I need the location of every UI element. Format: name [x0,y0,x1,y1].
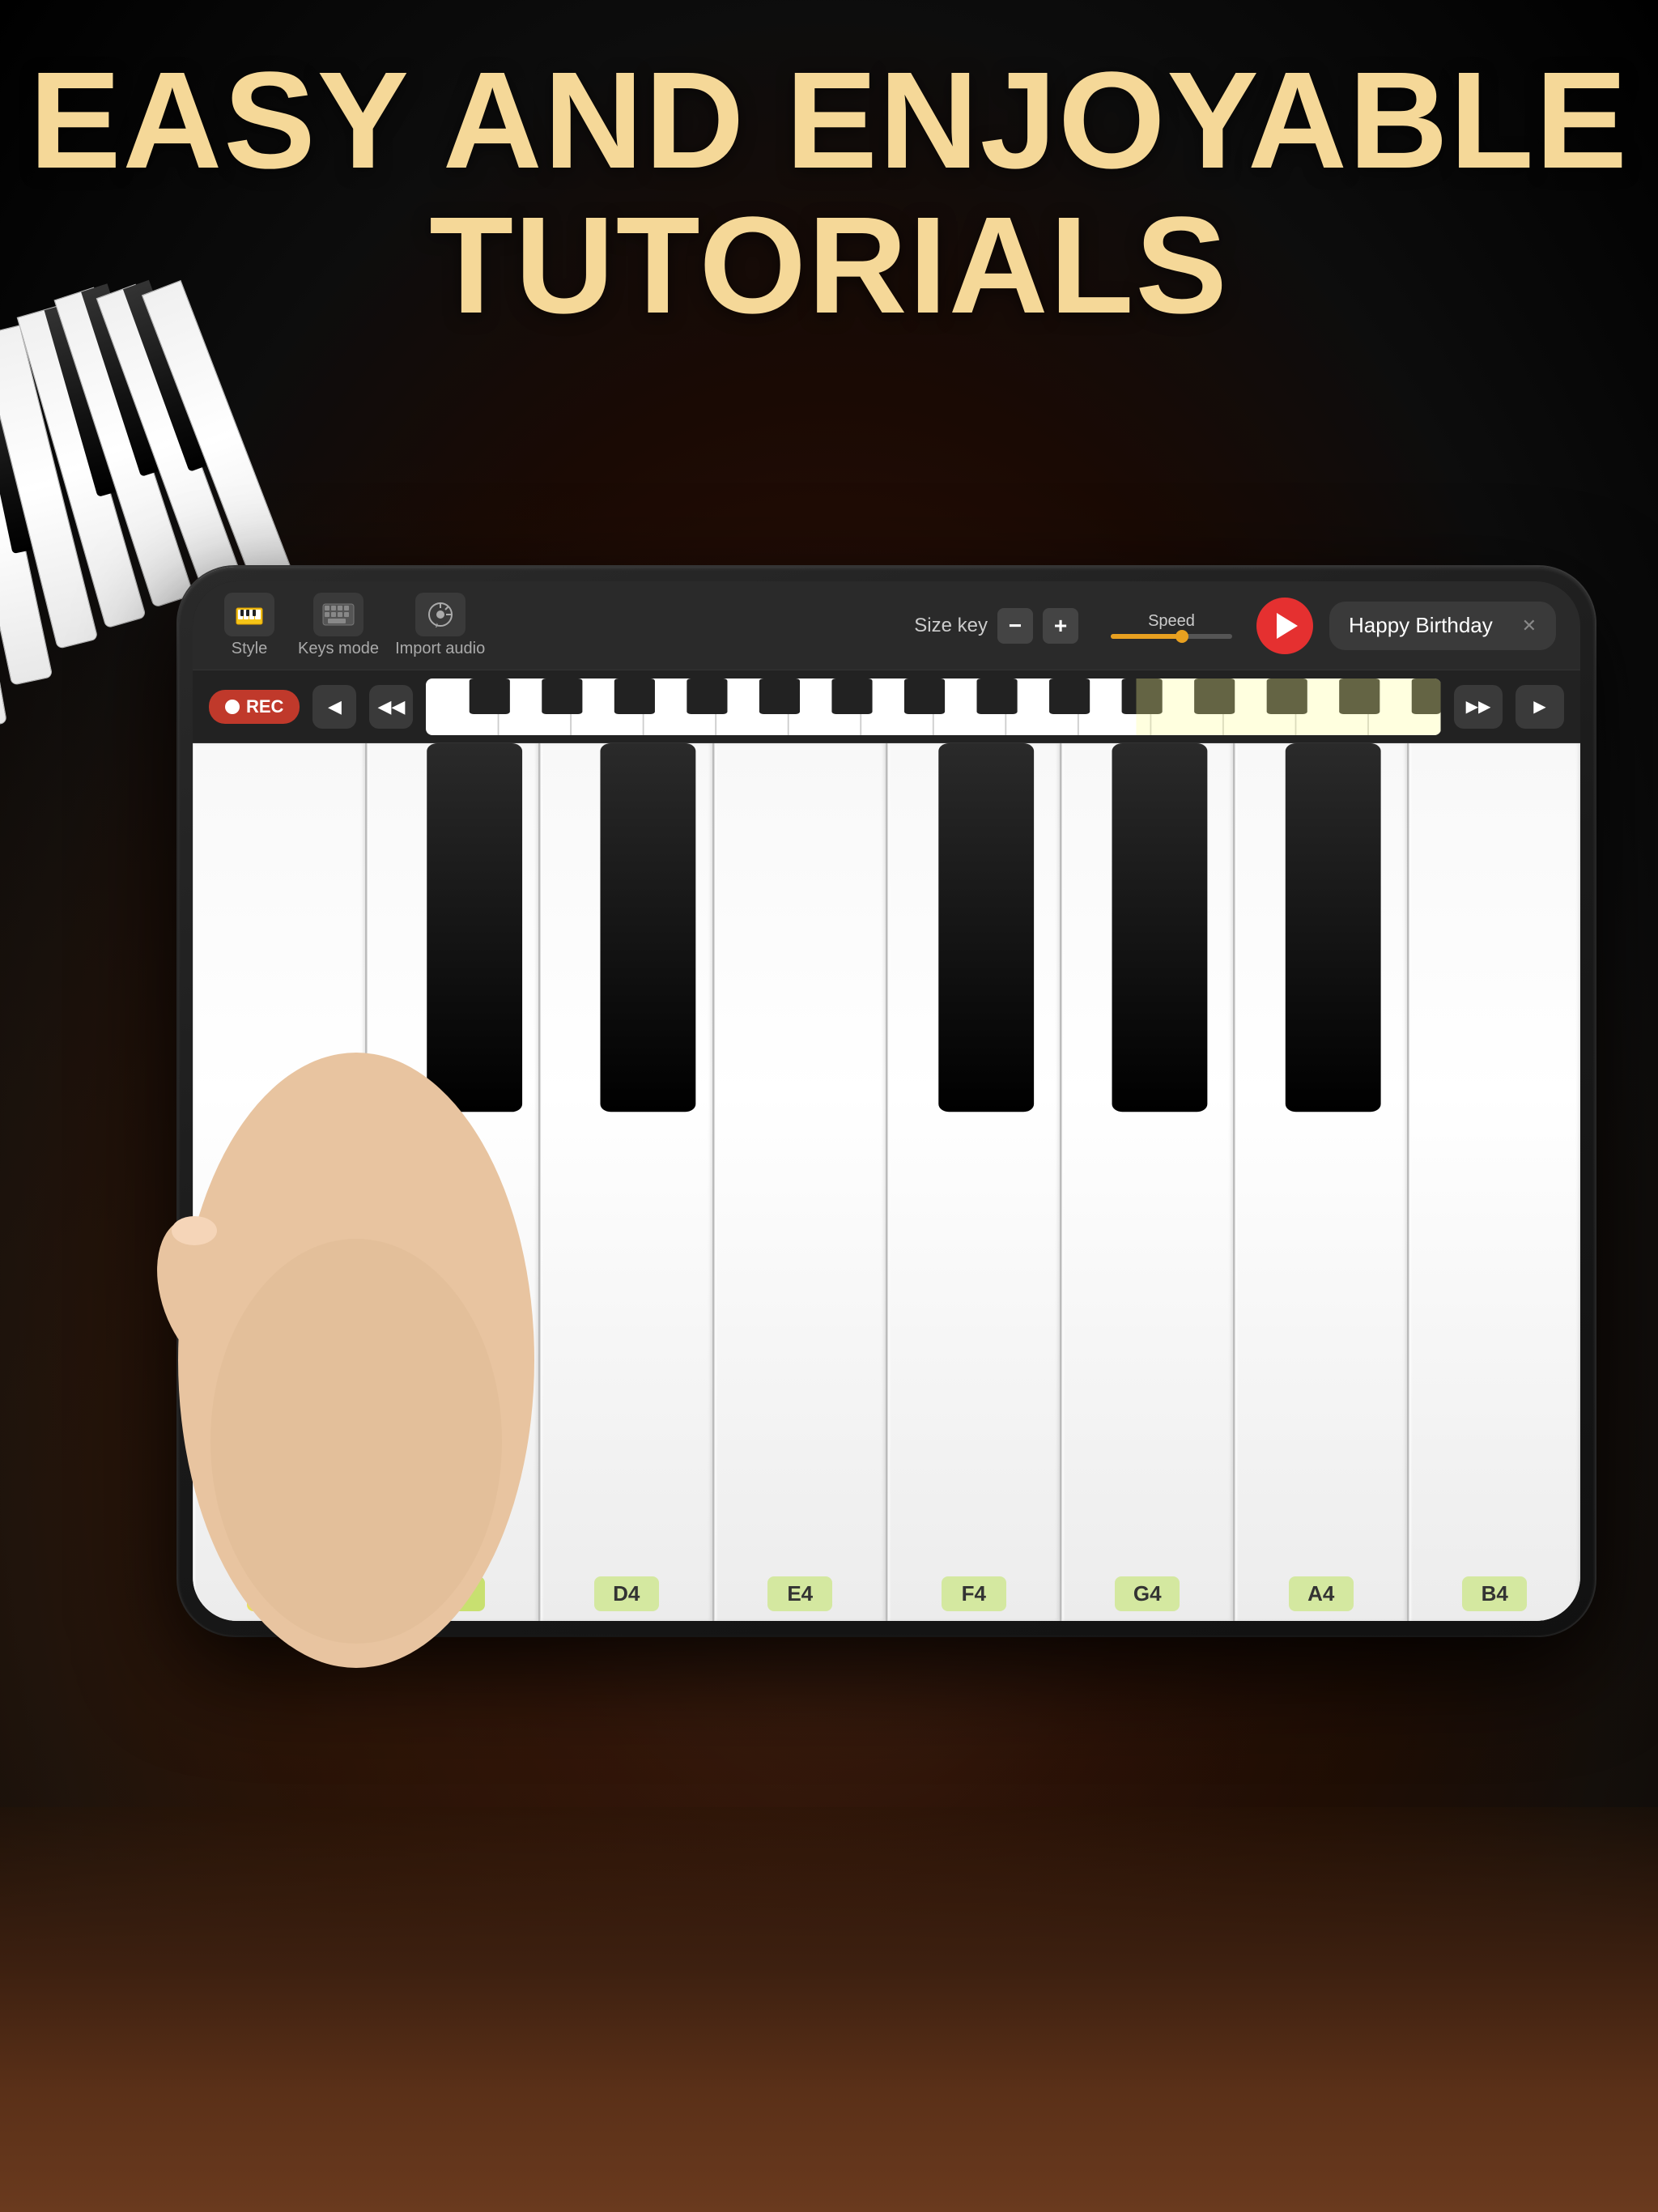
rec-button[interactable]: REC [209,690,300,724]
keys-mode-button[interactable]: Keys mode [298,593,379,658]
key-label-a4: A4 [1289,1576,1354,1611]
speed-slider-fill [1111,634,1178,639]
size-minus-button[interactable]: − [997,608,1033,644]
mini-keyboard[interactable] [426,678,1441,735]
speed-section: Speed [1111,612,1232,639]
key-g4[interactable]: G4 [1061,743,1235,1621]
heading-section: EASY AND ENJOYABLE TUTORIALS [0,49,1658,338]
tablet: Style [178,567,1595,1636]
back-button[interactable]: ◀ [312,685,356,729]
top-toolbar: Style [193,581,1580,670]
import-audio-button[interactable]: ♪ Import audio [395,593,485,658]
forward-button[interactable]: ▶ [1516,685,1564,729]
keys-mode-label: Keys mode [298,640,379,658]
rec-label: REC [246,696,283,717]
speed-slider[interactable] [1111,634,1232,639]
key-b4[interactable]: B4 [1409,743,1581,1621]
key-label-e4: E4 [767,1576,832,1611]
rewind-button[interactable]: ◀◀ [369,685,413,729]
rewind-icon: ◀◀ [378,696,406,717]
fast-forward-icon: ▶▶ [1466,696,1491,717]
play-icon [1277,613,1298,639]
speed-slider-thumb [1175,630,1188,643]
size-key-label: Size key [914,615,988,637]
speed-label: Speed [1148,612,1195,631]
heading-line1: EASY AND ENJOYABLE [0,49,1658,194]
keys-mode-icon [313,593,363,636]
style-icon [224,593,274,636]
song-title: Happy Birthday [1349,613,1493,638]
heading-line2: TUTORIALS [0,194,1658,338]
style-button[interactable]: Style [217,593,282,658]
rec-dot-icon [225,700,240,714]
back-icon: ◀ [328,696,342,717]
play-button[interactable] [1256,598,1313,654]
forward-icon: ▶ [1533,696,1545,717]
mini-keyboard-row: REC ◀ ◀◀ [193,670,1580,743]
key-label-g4: G4 [1115,1576,1180,1611]
style-label: Style [232,640,267,658]
hand-holding-tablet [113,955,599,1684]
size-plus-button[interactable]: + [1043,608,1078,644]
svg-text:♪: ♪ [435,621,439,629]
key-label-f4: F4 [942,1576,1006,1611]
song-close-icon[interactable]: ✕ [1522,615,1537,636]
size-key-section: Size key − + [914,608,1078,644]
key-f4[interactable]: F4 [887,743,1061,1621]
key-label-b4: B4 [1462,1576,1527,1611]
import-audio-label: Import audio [395,640,485,658]
song-title-box[interactable]: Happy Birthday ✕ [1329,602,1556,650]
wood-background [0,1807,1658,2212]
key-label-d4: D4 [594,1576,659,1611]
import-audio-icon: ♪ [415,593,466,636]
fast-forward-button[interactable]: ▶▶ [1454,685,1503,729]
key-e4[interactable]: E4 [714,743,888,1621]
hand-svg [113,955,599,1684]
key-a4[interactable]: A4 [1235,743,1409,1621]
